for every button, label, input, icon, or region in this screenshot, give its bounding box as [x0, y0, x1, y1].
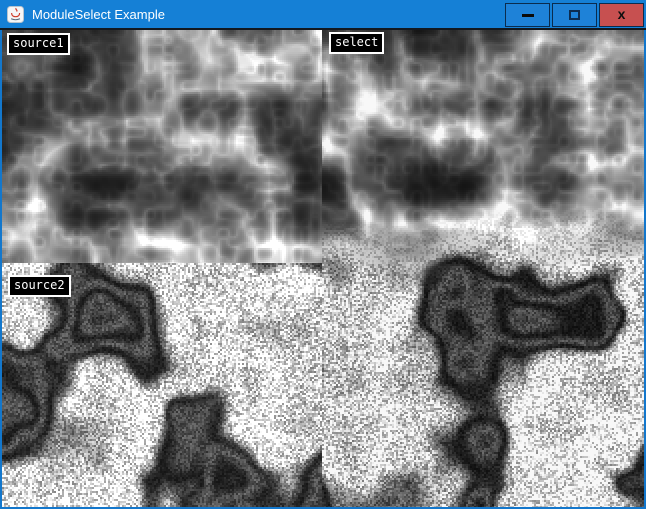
titlebar[interactable]: ModuleSelect Example x: [0, 0, 646, 30]
noise-render-area: source1 select source2: [2, 30, 644, 507]
maximize-button[interactable]: [552, 3, 597, 27]
minimize-icon: [522, 14, 534, 17]
label-source1: source1: [7, 33, 70, 55]
label-select: select: [329, 32, 384, 54]
source2-noise-image: [2, 263, 322, 507]
minimize-button[interactable]: [505, 3, 550, 27]
java-app-icon: [7, 6, 24, 23]
app-window: ModuleSelect Example x source1 select so…: [0, 0, 646, 509]
window-title: ModuleSelect Example: [32, 7, 165, 22]
source1-noise-image: [2, 30, 322, 264]
maximize-icon: [569, 10, 580, 20]
close-icon: x: [618, 7, 626, 21]
label-source2: source2: [8, 275, 71, 297]
close-button[interactable]: x: [599, 3, 644, 27]
window-controls: x: [505, 3, 644, 27]
